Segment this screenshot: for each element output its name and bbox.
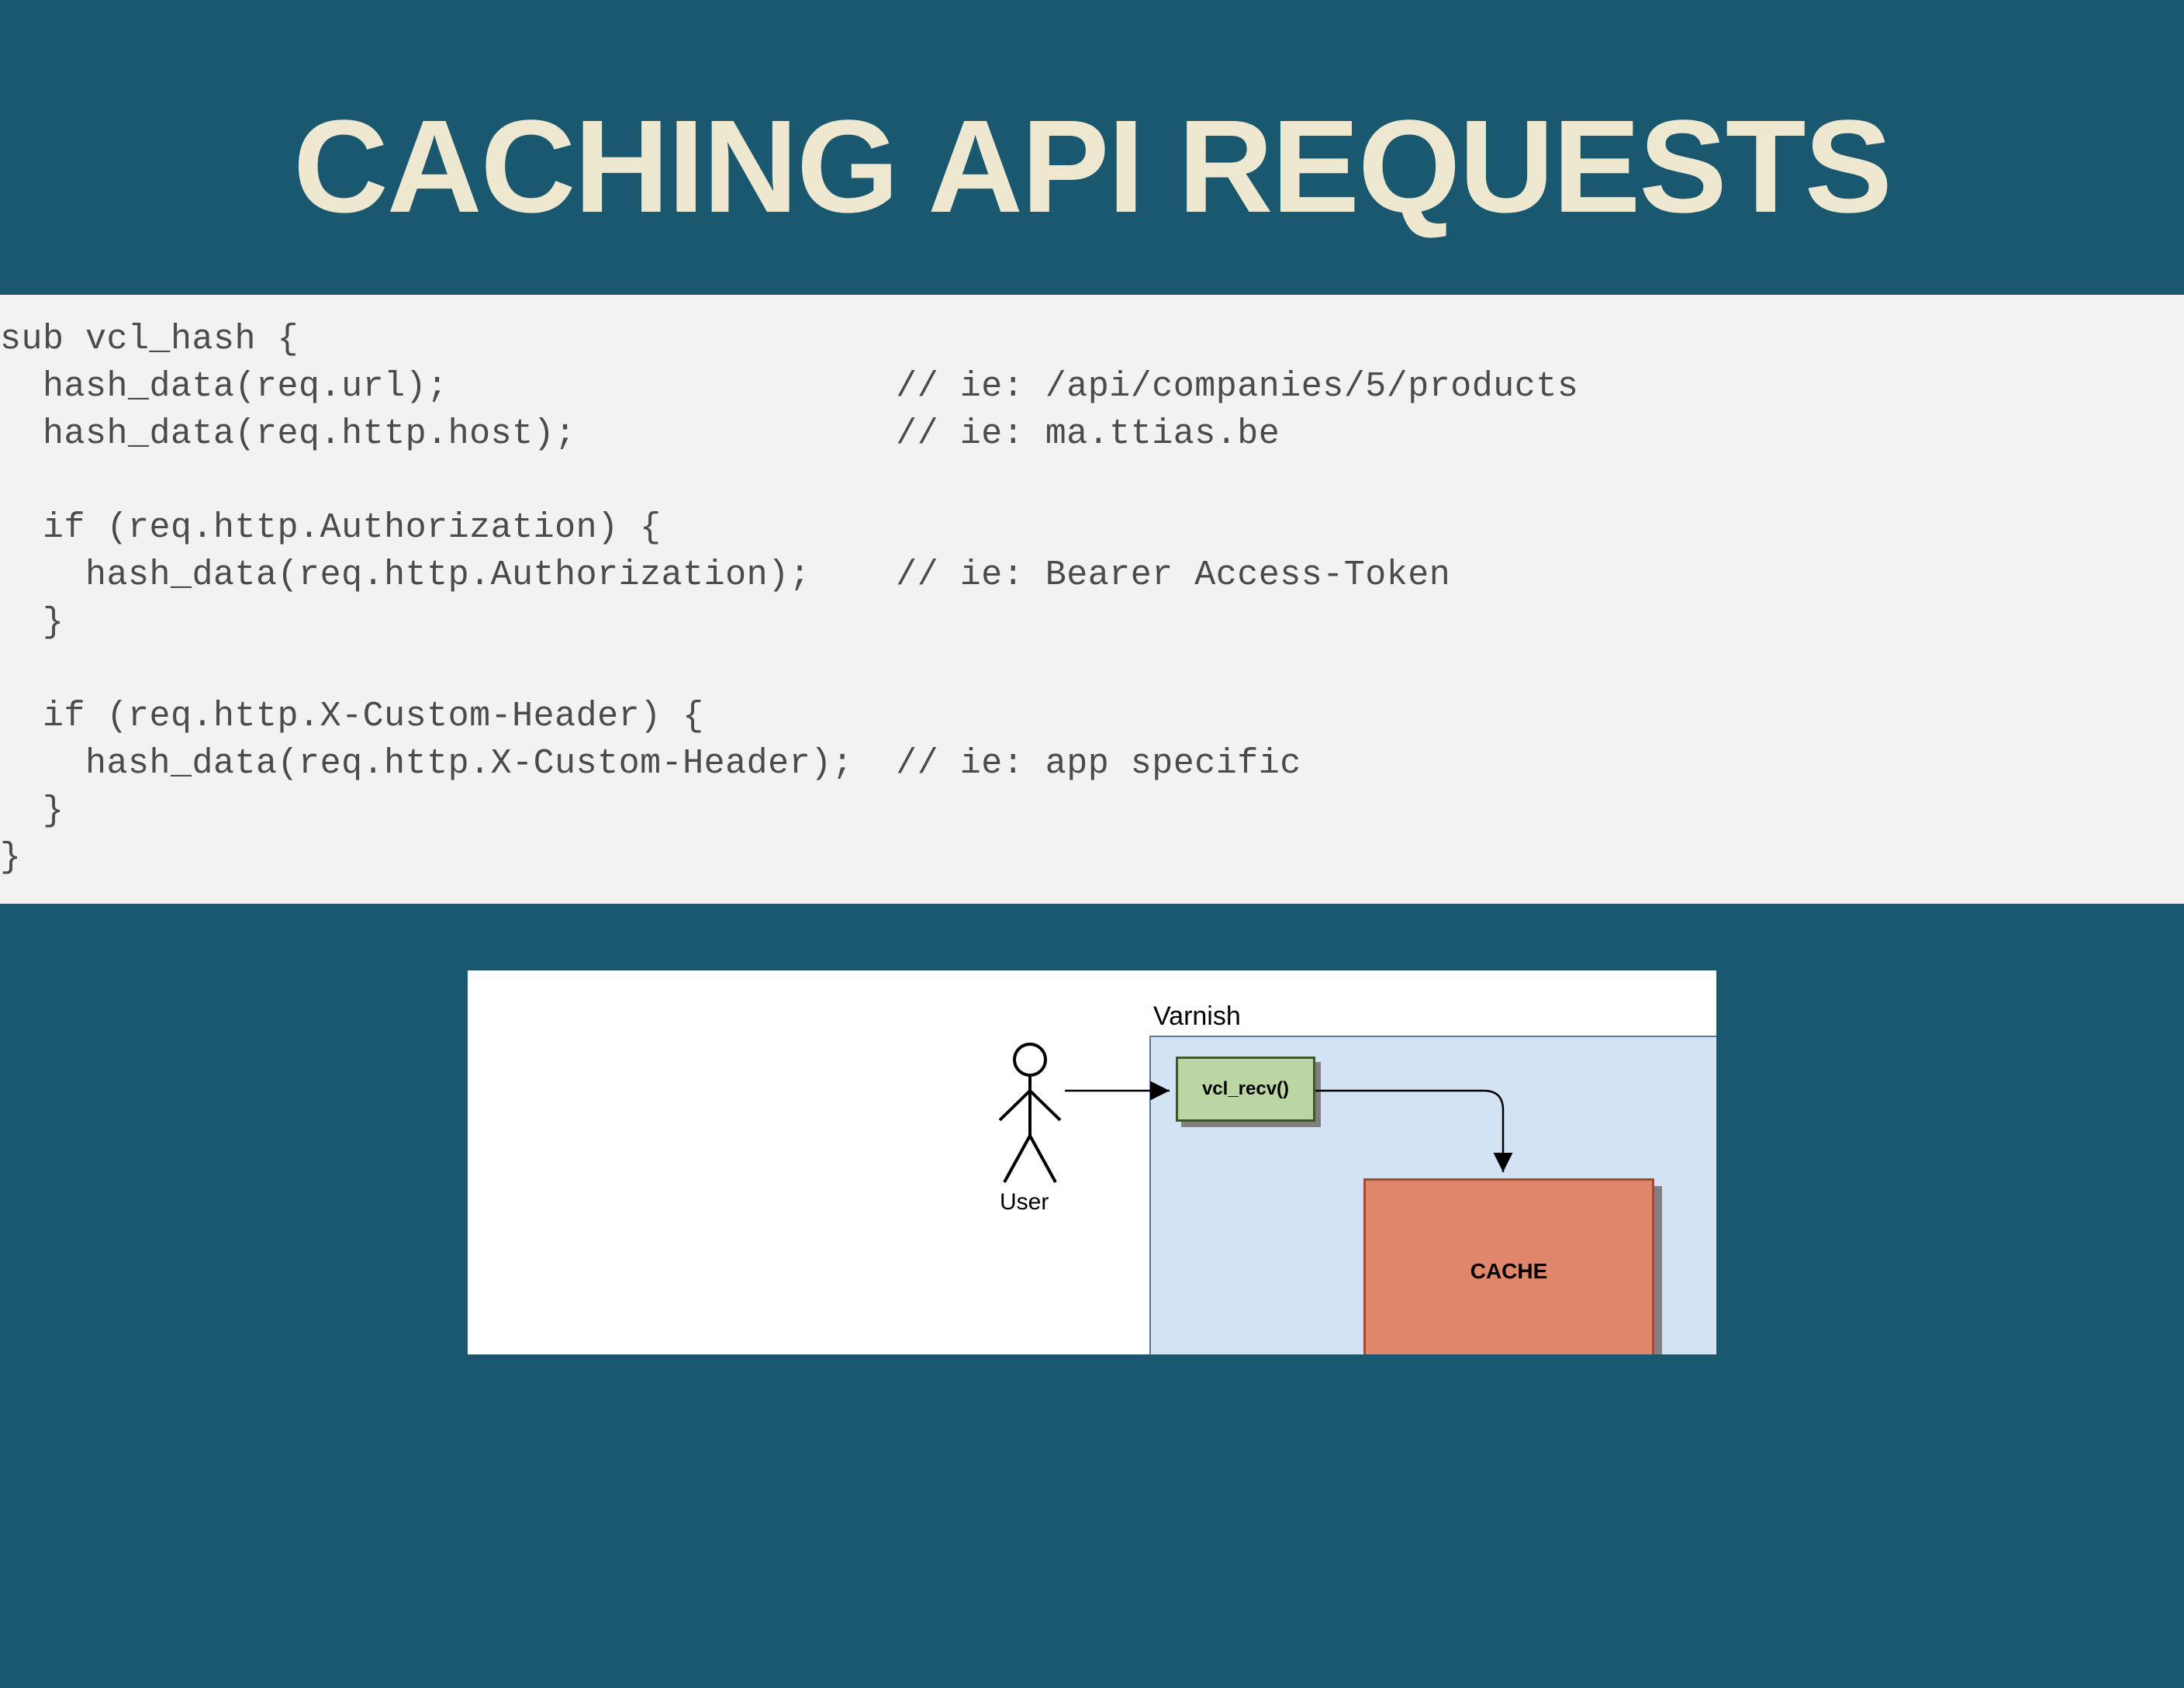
user-icon <box>995 1043 1065 1190</box>
cache-box: CACHE <box>1363 1178 1654 1354</box>
user-label: User <box>1000 1189 1049 1216</box>
diagram: Varnish User vcl_recv() CACHE <box>468 970 1716 1354</box>
varnish-label: Varnish <box>1153 1001 1241 1032</box>
slide-title: CACHING API REQUESTS <box>0 0 2184 295</box>
code-block: sub vcl_hash { hash_data(req.url); // ie… <box>0 295 2184 904</box>
slide: CACHING API REQUESTS sub vcl_hash { hash… <box>0 0 2184 1688</box>
vcl-recv-box: vcl_recv() <box>1176 1057 1315 1122</box>
